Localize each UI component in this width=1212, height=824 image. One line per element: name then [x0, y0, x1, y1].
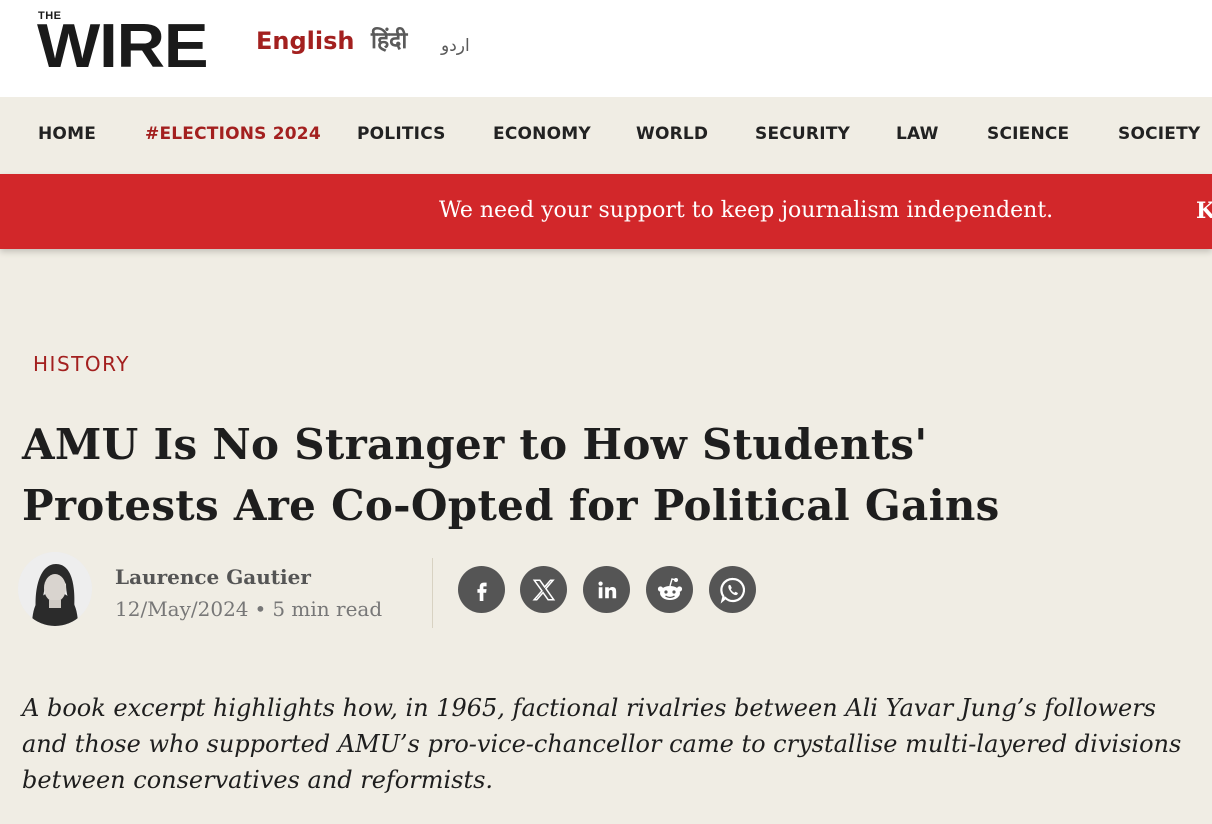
share-x-button[interactable]: [520, 566, 567, 613]
article-date: 12/May/2024: [115, 597, 249, 621]
nav-item-science[interactable]: SCIENCE: [987, 123, 1069, 145]
language-english-link[interactable]: English: [256, 26, 354, 56]
language-hindi-link[interactable]: हिंदी: [371, 26, 407, 56]
author-name-link[interactable]: Laurence Gautier: [115, 564, 311, 590]
meta-separator: •: [254, 597, 267, 621]
nav-item-security[interactable]: SECURITY: [755, 123, 850, 145]
facebook-icon: [476, 582, 487, 601]
main-navigation: HOME #ELECTIONS 2024 POLITICS ECONOMY WO…: [0, 97, 1212, 174]
article-title: AMU Is No Stranger to How Students' Prot…: [22, 420, 1000, 530]
support-banner[interactable]: We need your support to keep journalism …: [0, 174, 1212, 249]
nav-item-law[interactable]: LAW: [896, 123, 939, 145]
nav-item-economy[interactable]: ECONOMY: [493, 123, 591, 145]
site-logo[interactable]: THE WIRE: [37, 10, 213, 81]
linkedin-icon: [597, 580, 616, 598]
article-category-link[interactable]: HISTORY: [33, 350, 130, 378]
share-whatsapp-button[interactable]: [709, 566, 756, 613]
site-header: THE WIRE English हिंदी اردو: [0, 0, 1212, 97]
logo-text: WIRE: [37, 12, 209, 81]
support-banner-message: We need your support to keep journalism …: [439, 198, 1054, 223]
whatsapp-icon: [719, 577, 745, 604]
language-urdu-link[interactable]: اردو: [441, 31, 470, 61]
nav-item-elections-2024[interactable]: #ELECTIONS 2024: [145, 123, 321, 145]
article-meta: 12/May/2024 • 5 min read: [115, 596, 382, 622]
share-facebook-button[interactable]: [458, 566, 505, 613]
reddit-icon: [657, 577, 682, 600]
support-banner-next-text: K: [1196, 198, 1212, 224]
share-reddit-button[interactable]: [646, 566, 693, 613]
article-summary: A book excerpt highlights how, in 1965, …: [22, 694, 1182, 794]
nav-item-world[interactable]: WORLD: [636, 123, 708, 145]
article-byline: Laurence Gautier 12/May/2024 • 5 min read: [18, 552, 778, 630]
author-avatar[interactable]: [18, 552, 92, 626]
nav-item-politics[interactable]: POLITICS: [357, 123, 446, 145]
nav-item-home[interactable]: HOME: [38, 123, 96, 145]
byline-divider: [432, 558, 433, 628]
x-icon: [531, 578, 555, 601]
read-time: 5 min read: [272, 597, 383, 621]
share-linkedin-button[interactable]: [583, 566, 630, 613]
nav-item-society[interactable]: SOCIETY: [1118, 123, 1200, 145]
